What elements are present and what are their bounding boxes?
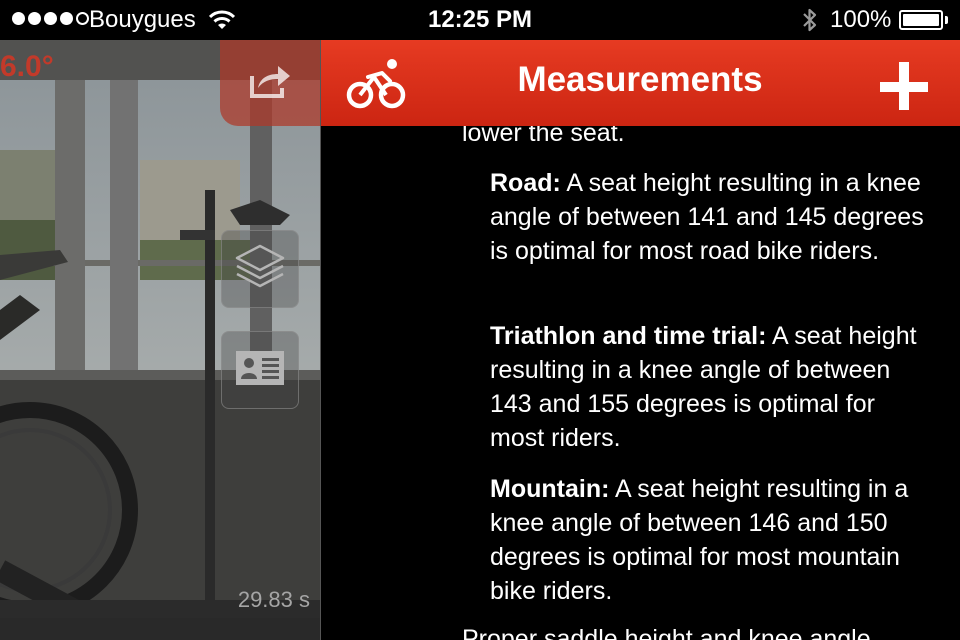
measurements-panel: lower the seat. Road: A seat height resu… xyxy=(320,40,960,640)
share-icon xyxy=(248,62,292,105)
plus-vertical-bar xyxy=(899,62,909,110)
road-label: Road: xyxy=(490,169,561,197)
battery-tip xyxy=(945,16,948,24)
add-measurement-button[interactable] xyxy=(876,58,932,114)
nav-bar: Measurements xyxy=(320,40,960,126)
page-title: Measurements xyxy=(517,60,763,99)
road-recommendation: Road: A seat height resulting in a knee … xyxy=(490,166,930,268)
camera-panel[interactable]: 6.0° 29.83 s xyxy=(0,40,320,640)
layers-button[interactable] xyxy=(221,230,299,308)
triathlon-recommendation: Triathlon and time trial: A seat height … xyxy=(490,319,930,455)
next-paragraph-head: Proper saddle height and knee angle xyxy=(462,625,871,640)
article-content[interactable]: lower the seat. Road: A seat height resu… xyxy=(320,40,960,640)
status-bar: Bouygues 12:25 PM 100% xyxy=(0,0,960,40)
video-scrubber[interactable] xyxy=(0,618,320,640)
app-screen: Bouygues 12:25 PM 100% 6.0° 29.83 s lowe… xyxy=(0,0,960,640)
battery-level xyxy=(903,14,939,26)
battery-percentage: 100% xyxy=(830,6,892,33)
layers-icon xyxy=(233,242,287,297)
share-button[interactable] xyxy=(220,40,320,126)
bluetooth-icon xyxy=(801,7,819,38)
panel-divider xyxy=(320,40,321,640)
battery-icon xyxy=(899,10,943,30)
triathlon-label: Triathlon and time trial: xyxy=(490,322,767,350)
video-timer: 29.83 s xyxy=(237,587,310,612)
mountain-recommendation: Mountain: A seat height resulting in a k… xyxy=(490,472,930,608)
contact-card-icon xyxy=(235,350,285,391)
info-card-button[interactable] xyxy=(221,331,299,409)
knee-angle-readout: 6.0° xyxy=(0,50,54,83)
mountain-label: Mountain: xyxy=(490,475,610,503)
